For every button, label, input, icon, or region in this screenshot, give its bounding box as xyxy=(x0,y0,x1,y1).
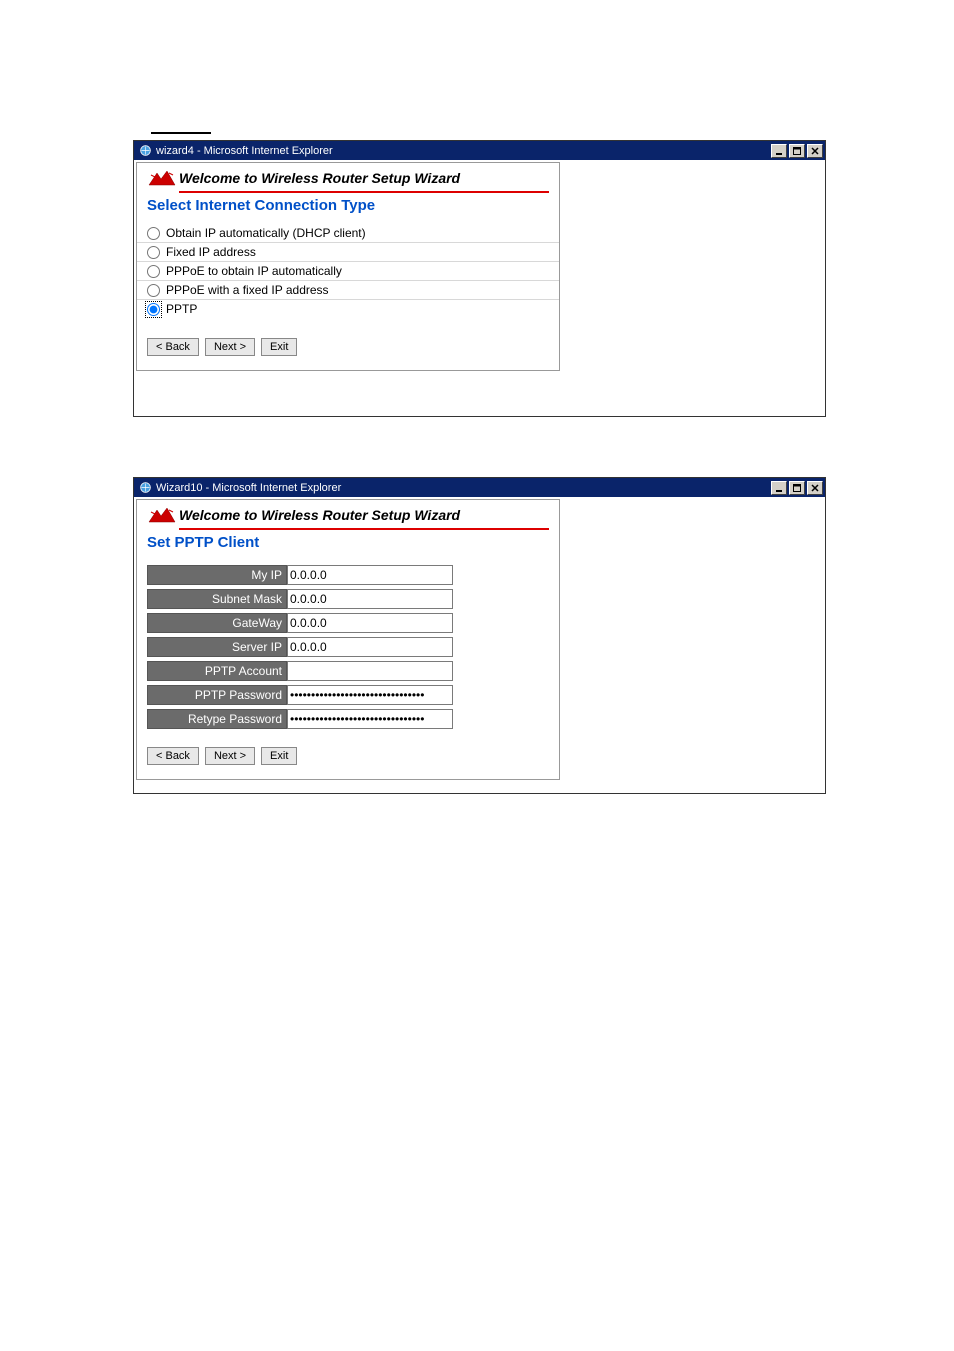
radio-pptp[interactable] xyxy=(147,303,160,316)
label-myip: My IP xyxy=(147,565,287,585)
input-subnet[interactable] xyxy=(287,589,453,609)
welcome-heading: Welcome to Wireless Router Setup Wizard xyxy=(179,507,460,523)
option-label: PPPoE with a fixed IP address xyxy=(166,283,329,297)
pptp-form: My IP Subnet Mask GateWay Server IP xyxy=(137,557,559,737)
maximize-button[interactable] xyxy=(789,144,805,158)
back-button[interactable]: < Back xyxy=(147,338,199,356)
option-pptp[interactable]: PPTP xyxy=(137,300,559,318)
option-pppoe-auto[interactable]: PPPoE to obtain IP automatically xyxy=(137,262,559,281)
option-dhcp[interactable]: Obtain IP automatically (DHCP client) xyxy=(137,224,559,243)
wizard-logo-icon xyxy=(147,167,177,189)
option-label: PPPoE to obtain IP automatically xyxy=(166,264,342,278)
input-password[interactable] xyxy=(287,685,453,705)
red-divider xyxy=(179,528,549,530)
next-button[interactable]: Next > xyxy=(205,747,255,765)
input-myip[interactable] xyxy=(287,565,453,585)
radio-pppoe-fixed[interactable] xyxy=(147,284,160,297)
top-divider xyxy=(151,132,211,134)
option-fixed-ip[interactable]: Fixed IP address xyxy=(137,243,559,262)
section-heading: Set PPTP Client xyxy=(137,534,559,557)
maximize-button[interactable] xyxy=(789,481,805,495)
close-button[interactable] xyxy=(807,481,823,495)
window-title: Wizard10 - Microsoft Internet Explorer xyxy=(156,482,771,494)
input-gateway[interactable] xyxy=(287,613,453,633)
exit-button[interactable]: Exit xyxy=(261,338,297,356)
window-wizard4: wizard4 - Microsoft Internet Explorer We… xyxy=(133,140,826,417)
input-repassword[interactable] xyxy=(287,709,453,729)
titlebar: Wizard10 - Microsoft Internet Explorer xyxy=(134,478,825,497)
option-label: Obtain IP automatically (DHCP client) xyxy=(166,226,366,240)
label-serverip: Server IP xyxy=(147,637,287,657)
ie-icon xyxy=(138,144,152,158)
input-serverip[interactable] xyxy=(287,637,453,657)
connection-options: Obtain IP automatically (DHCP client) Fi… xyxy=(137,220,559,328)
minimize-button[interactable] xyxy=(771,144,787,158)
label-password: PPTP Password xyxy=(147,685,287,705)
red-divider xyxy=(179,191,549,193)
window-wizard10: Wizard10 - Microsoft Internet Explorer W… xyxy=(133,477,826,794)
radio-pppoe-auto[interactable] xyxy=(147,265,160,278)
back-button[interactable]: < Back xyxy=(147,747,199,765)
close-button[interactable] xyxy=(807,144,823,158)
exit-button[interactable]: Exit xyxy=(261,747,297,765)
label-subnet: Subnet Mask xyxy=(147,589,287,609)
window-title: wizard4 - Microsoft Internet Explorer xyxy=(156,145,771,157)
label-gateway: GateWay xyxy=(147,613,287,633)
minimize-button[interactable] xyxy=(771,481,787,495)
ie-icon xyxy=(138,481,152,495)
radio-dhcp[interactable] xyxy=(147,227,160,240)
option-pppoe-fixed[interactable]: PPPoE with a fixed IP address xyxy=(137,281,559,300)
content-panel: Welcome to Wireless Router Setup Wizard … xyxy=(136,499,560,780)
option-label: PPTP xyxy=(166,302,197,316)
label-repassword: Retype Password xyxy=(147,709,287,729)
content-panel: Welcome to Wireless Router Setup Wizard … xyxy=(136,162,560,371)
titlebar: wizard4 - Microsoft Internet Explorer xyxy=(134,141,825,160)
section-heading: Select Internet Connection Type xyxy=(137,197,559,220)
radio-fixed-ip[interactable] xyxy=(147,246,160,259)
wizard-logo-icon xyxy=(147,504,177,526)
label-account: PPTP Account xyxy=(147,661,287,681)
input-account[interactable] xyxy=(287,661,453,681)
welcome-heading: Welcome to Wireless Router Setup Wizard xyxy=(179,170,460,186)
option-label: Fixed IP address xyxy=(166,245,256,259)
next-button[interactable]: Next > xyxy=(205,338,255,356)
